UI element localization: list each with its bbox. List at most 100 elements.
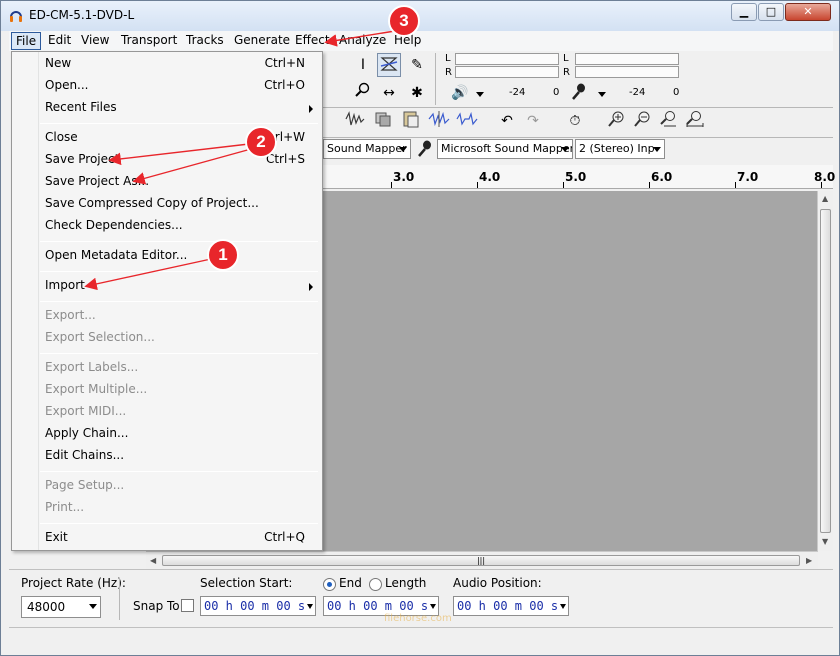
menu-edit[interactable]: Edit	[44, 32, 75, 50]
menu-item-page-setup[interactable]: Page Setup...	[15, 475, 319, 497]
menu-effect[interactable]: Effect	[291, 32, 334, 50]
ruler-tick	[391, 182, 392, 188]
track-panel[interactable]	[323, 191, 817, 551]
envelope-tool-icon[interactable]	[377, 53, 401, 77]
selection-start-label: Selection Start:	[200, 576, 293, 590]
snap-to-checkbox[interactable]	[181, 599, 194, 612]
zoom-in-icon[interactable]	[605, 109, 629, 133]
annotation-number-3: 3	[399, 11, 409, 30]
silence-icon[interactable]	[371, 109, 395, 133]
time-shift-tool-icon[interactable]: ↔	[377, 81, 401, 105]
menu-item-label: Export Multiple...	[45, 382, 148, 396]
trim-audio-icon[interactable]	[427, 109, 451, 133]
play-meter-right[interactable]	[455, 66, 559, 78]
menu-separator	[40, 241, 318, 242]
annotation-number-2: 2	[256, 132, 266, 151]
watermark-logo: filehorse.com	[384, 613, 452, 624]
menu-item-open[interactable]: Open... Ctrl+O	[15, 75, 319, 97]
end-radio[interactable]	[323, 578, 336, 591]
horizontal-scroll-thumb[interactable]: |||	[162, 555, 800, 566]
host-device-value: Sound Mapper	[327, 142, 407, 155]
scroll-left-icon[interactable]: ◀	[150, 556, 156, 565]
menu-item-export-multiple[interactable]: Export Multiple...	[15, 379, 319, 401]
menu-analyze[interactable]: Analyze	[335, 32, 390, 50]
menu-item-label: Print...	[45, 500, 85, 514]
scroll-up-icon[interactable]: ▲	[822, 194, 828, 203]
zoom-tool-icon[interactable]	[351, 81, 375, 105]
menu-item-export-selection[interactable]: Export Selection...	[15, 327, 319, 349]
redo-icon[interactable]: ↷	[521, 109, 545, 133]
play-meter-left[interactable]	[455, 53, 559, 65]
rec-meter-options[interactable]	[591, 85, 609, 105]
end-label: End	[339, 576, 362, 590]
ruler-tick-label: 3.0	[393, 170, 415, 184]
menu-item-label: Open...	[45, 78, 89, 92]
zoom-out-icon[interactable]	[631, 109, 655, 133]
recording-device-value: Microsoft Sound Mapper	[441, 142, 573, 155]
close-window-button[interactable]: ✕	[785, 3, 831, 21]
recording-channels-select[interactable]: 2 (Stereo) Inp	[575, 139, 665, 159]
menu-item-label: Exit	[45, 530, 68, 544]
menu-item-export[interactable]: Export...	[15, 305, 319, 327]
menu-generate[interactable]: Generate	[230, 32, 294, 50]
menu-item-save-project-as[interactable]: Save Project As...	[15, 171, 319, 193]
undo-icon[interactable]: ↶	[495, 109, 519, 133]
trim-icon[interactable]	[343, 109, 367, 133]
audio-position-time[interactable]: 00 h 00 m 00 s	[453, 596, 569, 616]
menu-item-save-compressed-copy[interactable]: Save Compressed Copy of Project...	[15, 193, 319, 215]
play-meter-r-label: R	[445, 67, 452, 78]
menu-item-edit-chains[interactable]: Edit Chains...	[15, 445, 319, 467]
menu-item-exit[interactable]: Exit Ctrl+Q	[15, 527, 319, 549]
selection-toolbar: Project Rate (Hz): 48000 Snap To Selecti…	[9, 569, 833, 625]
menu-item-label: Save Project	[45, 152, 120, 166]
fit-project-icon[interactable]	[683, 109, 707, 133]
vertical-scroll-thumb[interactable]	[820, 209, 831, 533]
length-radio[interactable]	[369, 578, 382, 591]
timeline-ruler[interactable]: 3.0 4.0 5.0 6.0 7.0 8.0	[323, 165, 835, 189]
menu-item-label: Save Compressed Copy of Project...	[45, 196, 259, 210]
scroll-right-icon[interactable]: ▶	[806, 556, 812, 565]
menu-item-export-labels[interactable]: Export Labels...	[15, 357, 319, 379]
menu-tracks[interactable]: Tracks	[182, 32, 228, 50]
fit-selection-icon[interactable]	[657, 109, 681, 133]
sync-lock-icon[interactable]: ⏱	[563, 109, 587, 133]
menu-item-import[interactable]: Import	[15, 275, 319, 297]
menu-transport[interactable]: Transport	[117, 32, 181, 50]
recording-device-select[interactable]: Microsoft Sound Mapper	[437, 139, 573, 159]
multi-tool-icon[interactable]: ✱	[405, 81, 429, 105]
menu-item-export-midi[interactable]: Export MIDI...	[15, 401, 319, 423]
maximize-button[interactable]: □	[758, 3, 784, 21]
menu-help[interactable]: Help	[390, 32, 425, 50]
menu-bar: File Edit View Transport Tracks Generate…	[9, 31, 833, 51]
paste-icon[interactable]	[399, 109, 423, 133]
rec-meter-left[interactable]	[575, 53, 679, 65]
menu-separator	[40, 523, 318, 524]
ruler-tick-label: 6.0	[651, 170, 673, 184]
project-rate-select[interactable]: 48000	[21, 596, 101, 618]
draw-tool-icon[interactable]: ✎	[405, 53, 429, 77]
menu-item-new[interactable]: New Ctrl+N	[15, 53, 319, 75]
horizontal-scrollbar[interactable]: ◀ ||| ▶	[146, 551, 818, 569]
rec-meter-right[interactable]	[575, 66, 679, 78]
menu-item-shortcut: Ctrl+O	[264, 78, 305, 92]
menu-item-print[interactable]: Print...	[15, 497, 319, 519]
title-bar: ED-CM-5.1-DVD-L ▁ □ ✕	[1, 1, 839, 31]
menu-item-recent-files[interactable]: Recent Files	[15, 97, 319, 119]
audio-position-label: Audio Position:	[453, 576, 542, 590]
host-device-select[interactable]: Sound Mapper	[323, 139, 411, 159]
ruler-tick	[735, 182, 736, 188]
menu-view[interactable]: View	[77, 32, 113, 50]
menu-item-save-project[interactable]: Save Project Ctrl+S	[15, 149, 319, 171]
selection-tool-icon[interactable]: I	[351, 53, 375, 77]
menu-item-check-dependencies[interactable]: Check Dependencies...	[15, 215, 319, 237]
menu-file[interactable]: File	[11, 32, 42, 50]
selection-start-time[interactable]: 00 h 00 m 00 s	[200, 596, 316, 616]
scroll-down-icon[interactable]: ▼	[822, 537, 828, 546]
silence-audio-icon[interactable]	[455, 109, 479, 133]
play-meter-options[interactable]	[469, 85, 487, 105]
minimize-button[interactable]: ▁	[731, 3, 757, 21]
menu-item-metadata-editor[interactable]: Open Metadata Editor...	[15, 245, 319, 267]
menu-item-apply-chain[interactable]: Apply Chain...	[15, 423, 319, 445]
menu-item-label: Apply Chain...	[45, 426, 129, 440]
vertical-scrollbar[interactable]: ▲ ▼	[817, 191, 833, 551]
